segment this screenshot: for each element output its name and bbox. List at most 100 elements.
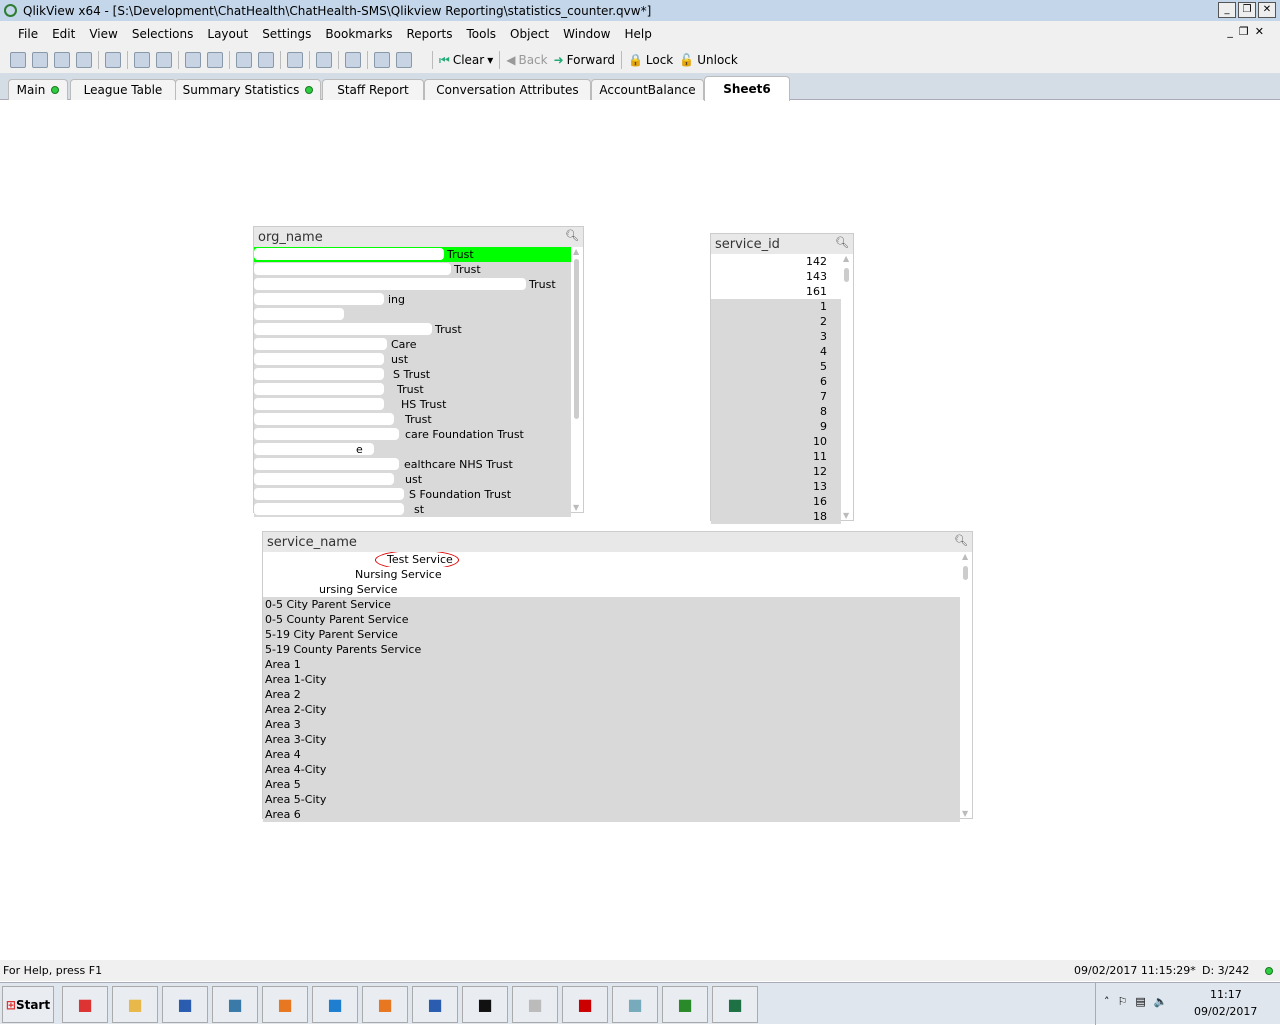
list-item[interactable]: 10 bbox=[711, 434, 841, 449]
menu-view[interactable]: View bbox=[89, 27, 117, 41]
list-item[interactable]: Care bbox=[254, 337, 571, 352]
save-icon[interactable] bbox=[76, 52, 92, 68]
clock-time[interactable]: 11:17 bbox=[1210, 988, 1242, 1001]
tab-league-table[interactable]: League Table bbox=[70, 79, 176, 100]
qlikview-icon[interactable]: ■ bbox=[662, 986, 708, 1023]
internet-explorer-icon[interactable]: ■ bbox=[312, 986, 358, 1023]
scroll-thumb[interactable] bbox=[963, 566, 968, 580]
tab-sheet6[interactable]: Sheet6 bbox=[704, 76, 790, 101]
start-button[interactable]: ⊞ Start bbox=[2, 986, 54, 1023]
print-icon[interactable] bbox=[105, 52, 121, 68]
redo-icon[interactable] bbox=[207, 52, 223, 68]
list-item[interactable]: st bbox=[254, 502, 571, 517]
pdf-icon[interactable]: ■ bbox=[562, 986, 608, 1023]
list-item[interactable]: Area 4-City bbox=[263, 762, 960, 777]
list-item[interactable]: 6 bbox=[711, 374, 841, 389]
back-button[interactable]: ◀ Back bbox=[506, 53, 547, 67]
list-item[interactable]: ealthcare NHS Trust bbox=[254, 457, 571, 472]
list-item[interactable]: Trust bbox=[254, 277, 571, 292]
explorer-icon[interactable]: ■ bbox=[112, 986, 158, 1023]
menu-selections[interactable]: Selections bbox=[132, 27, 194, 41]
chrome-icon[interactable]: ■ bbox=[62, 986, 108, 1023]
list-item[interactable]: Trust bbox=[254, 382, 571, 397]
excel-icon[interactable]: ■ bbox=[712, 986, 758, 1023]
list-item[interactable]: 13 bbox=[711, 479, 841, 494]
scrollbar[interactable]: ▲ ▼ bbox=[571, 247, 583, 512]
notepad-icon[interactable]: ■ bbox=[612, 986, 658, 1023]
search-icon[interactable] bbox=[236, 52, 252, 68]
list-item[interactable]: 11 bbox=[711, 449, 841, 464]
unlock-button[interactable]: 🔓 Unlock bbox=[679, 53, 738, 67]
list-item[interactable]: 16 bbox=[711, 494, 841, 509]
list-item[interactable]: Area 3 bbox=[263, 717, 960, 732]
bookmark-star-icon[interactable] bbox=[316, 52, 332, 68]
list-item[interactable]: e bbox=[254, 442, 571, 457]
search-icon[interactable]: 🔍︎ bbox=[835, 236, 849, 249]
list-item[interactable]: 0-5 County Parent Service bbox=[263, 612, 960, 627]
list-item[interactable]: Area 1 bbox=[263, 657, 960, 672]
scroll-up-icon[interactable]: ▲ bbox=[962, 552, 968, 561]
mdi-controls[interactable]: _❐✕ bbox=[1227, 25, 1270, 38]
list-item[interactable]: Area 5-City bbox=[263, 792, 960, 807]
jx-icon[interactable]: ■ bbox=[512, 986, 558, 1023]
list-item[interactable]: HS Trust bbox=[254, 397, 571, 412]
list-item[interactable]: Area 2 bbox=[263, 687, 960, 702]
edit-icon[interactable] bbox=[345, 52, 361, 68]
reload-icon[interactable] bbox=[54, 52, 70, 68]
scroll-thumb[interactable] bbox=[844, 268, 849, 282]
list-item[interactable]: Trust bbox=[254, 322, 571, 337]
cmd-icon[interactable]: ■ bbox=[462, 986, 508, 1023]
list-item[interactable]: 5-19 County Parents Service bbox=[263, 642, 960, 657]
help-icon[interactable] bbox=[374, 52, 390, 68]
chart-icon[interactable] bbox=[287, 52, 303, 68]
scroll-up-icon[interactable]: ▲ bbox=[573, 247, 579, 256]
new-icon[interactable] bbox=[10, 52, 26, 68]
list-item[interactable] bbox=[254, 307, 571, 322]
list-item[interactable]: Nursing Service bbox=[263, 567, 960, 582]
undo-icon[interactable] bbox=[185, 52, 201, 68]
open-icon[interactable] bbox=[32, 52, 48, 68]
lock-button[interactable]: 🔒 Lock bbox=[628, 53, 673, 67]
restore-button[interactable]: ❐ bbox=[1238, 2, 1256, 18]
scroll-down-icon[interactable]: ▼ bbox=[843, 511, 849, 520]
outlook-icon[interactable]: ■ bbox=[362, 986, 408, 1023]
tab-staff-report[interactable]: Staff Report bbox=[322, 79, 424, 100]
list-item[interactable]: 0-5 City Parent Service bbox=[263, 597, 960, 612]
menu-window[interactable]: Window bbox=[563, 27, 610, 41]
list-item[interactable]: 142 bbox=[711, 254, 841, 269]
list-item[interactable]: 18 bbox=[711, 509, 841, 524]
menu-tools[interactable]: Tools bbox=[466, 27, 496, 41]
list-item[interactable]: Area 1-City bbox=[263, 672, 960, 687]
list-item[interactable]: Trust bbox=[254, 262, 571, 277]
edit-script-icon[interactable] bbox=[134, 52, 150, 68]
scroll-down-icon[interactable]: ▼ bbox=[573, 503, 579, 512]
forward-button[interactable]: ➜ Forward bbox=[554, 53, 615, 67]
list-item[interactable]: S Trust bbox=[254, 367, 571, 382]
menu-help[interactable]: Help bbox=[624, 27, 651, 41]
list-item[interactable]: Area 4 bbox=[263, 747, 960, 762]
list-item[interactable]: ing bbox=[254, 292, 571, 307]
tab-summary-statistics[interactable]: Summary Statistics bbox=[175, 79, 321, 100]
reload-data-icon[interactable] bbox=[156, 52, 172, 68]
list-item[interactable]: Area 2-City bbox=[263, 702, 960, 717]
listbox-service-id[interactable]: service_id 🔍︎ 142 143 161 1 2 3 4 5 6 7 8 9 10 11 12 13 16… bbox=[710, 233, 854, 524]
search-icon[interactable]: 🔍︎ bbox=[565, 229, 579, 242]
scrollbar[interactable]: ▲ ▼ bbox=[960, 552, 972, 818]
checkbox-icon[interactable] bbox=[258, 52, 274, 68]
menu-reports[interactable]: Reports bbox=[406, 27, 452, 41]
clock-date[interactable]: 09/02/2017 bbox=[1194, 1005, 1257, 1018]
network-icon[interactable]: ■ bbox=[212, 986, 258, 1023]
list-item[interactable]: Trust bbox=[254, 247, 571, 262]
menu-settings[interactable]: Settings bbox=[262, 27, 311, 41]
tab-main[interactable]: Main bbox=[8, 79, 68, 100]
list-item[interactable]: 8 bbox=[711, 404, 841, 419]
scroll-thumb[interactable] bbox=[574, 259, 579, 419]
list-item[interactable]: 4 bbox=[711, 344, 841, 359]
clear-button[interactable]: ⏮ Clear ▾ bbox=[439, 53, 493, 68]
menu-object[interactable]: Object bbox=[510, 27, 549, 41]
list-item[interactable]: 9 bbox=[711, 419, 841, 434]
list-item[interactable]: S Foundation Trust bbox=[254, 487, 571, 502]
listbox-org-name[interactable]: org_name 🔍︎ Trust Trust Trust ing Trust Care ust… bbox=[253, 226, 584, 517]
list-item[interactable]: 12 bbox=[711, 464, 841, 479]
remote-desktop-icon[interactable]: ■ bbox=[162, 986, 208, 1023]
